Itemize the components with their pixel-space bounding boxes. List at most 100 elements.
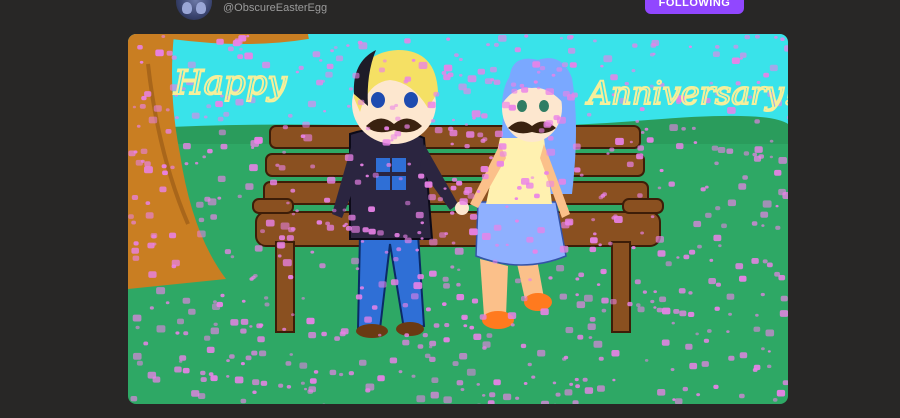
petal	[676, 143, 684, 150]
petal	[742, 175, 748, 180]
petal	[612, 378, 616, 382]
petal	[761, 347, 765, 351]
petal	[555, 392, 561, 397]
artwork-image[interactable]: Happy Anniversary!	[128, 34, 788, 404]
petal	[688, 45, 692, 48]
petal	[377, 230, 384, 236]
petal	[239, 47, 243, 51]
petal	[278, 165, 286, 171]
petal	[463, 88, 471, 95]
petal	[226, 375, 230, 378]
petal	[405, 200, 411, 206]
petal	[718, 244, 722, 248]
petal	[544, 171, 549, 175]
petal	[463, 190, 470, 195]
petal	[151, 234, 157, 239]
petal	[287, 113, 293, 118]
petal	[589, 246, 597, 253]
happy-text: Happy	[173, 63, 287, 103]
petal	[477, 68, 485, 75]
petal	[319, 263, 326, 269]
petal	[364, 316, 372, 323]
petal	[489, 156, 493, 160]
petal	[256, 323, 263, 329]
petal	[237, 194, 242, 199]
petal	[739, 275, 747, 282]
petal	[342, 224, 346, 228]
petal	[498, 143, 507, 150]
petal	[382, 59, 387, 63]
petal	[229, 354, 235, 359]
petal	[762, 259, 768, 264]
petal	[144, 166, 153, 174]
petal	[306, 317, 315, 325]
petal	[569, 382, 574, 386]
following-button[interactable]: FOLLOWING	[645, 0, 744, 14]
petal	[152, 242, 157, 246]
petal	[429, 356, 436, 362]
petal	[417, 274, 424, 280]
petal	[481, 232, 491, 240]
petal	[752, 368, 758, 372]
avatar[interactable]	[176, 0, 212, 20]
petal	[378, 333, 382, 337]
petal	[264, 296, 269, 300]
petal	[442, 302, 447, 306]
petal	[393, 257, 399, 262]
petal	[285, 361, 292, 366]
petal	[505, 243, 509, 247]
petal	[394, 103, 399, 107]
petal	[762, 200, 772, 208]
petal	[196, 201, 204, 208]
petal	[230, 319, 239, 326]
petal	[547, 136, 554, 141]
petal	[584, 387, 594, 394]
petal	[689, 362, 698, 370]
petal	[270, 179, 278, 186]
petal	[174, 366, 182, 373]
petal	[132, 255, 140, 261]
petal	[416, 395, 426, 403]
petal	[772, 398, 778, 402]
petal	[144, 161, 151, 167]
petal	[546, 180, 555, 188]
petal	[707, 329, 712, 333]
petal	[389, 357, 398, 364]
petal	[451, 177, 458, 182]
petal	[131, 195, 139, 200]
petal	[257, 336, 265, 343]
username-link[interactable]: @ObscureEasterEgg	[223, 2, 327, 14]
petal	[464, 123, 469, 126]
petal	[339, 372, 344, 377]
petal	[277, 254, 282, 258]
petal	[609, 147, 615, 152]
petal	[514, 47, 521, 53]
petal	[709, 258, 714, 262]
petal	[637, 306, 645, 313]
petal	[390, 279, 399, 286]
petal	[679, 310, 687, 317]
petal	[471, 110, 481, 118]
petal	[644, 359, 649, 362]
petal	[784, 45, 788, 52]
petal	[302, 121, 310, 128]
petal	[171, 264, 177, 269]
petal	[144, 91, 152, 97]
petal	[515, 396, 520, 400]
petal	[728, 355, 735, 361]
petal	[631, 69, 636, 73]
petal	[449, 129, 458, 137]
petal	[596, 283, 601, 286]
petal	[378, 67, 385, 73]
petal	[326, 224, 335, 231]
petal	[359, 359, 367, 366]
petal	[653, 290, 657, 294]
petal	[345, 226, 352, 231]
petal	[291, 212, 296, 216]
petal	[769, 155, 773, 159]
petal	[398, 370, 403, 374]
petal	[245, 183, 254, 190]
petal	[443, 283, 450, 289]
petal	[347, 104, 351, 108]
petal	[170, 165, 175, 170]
